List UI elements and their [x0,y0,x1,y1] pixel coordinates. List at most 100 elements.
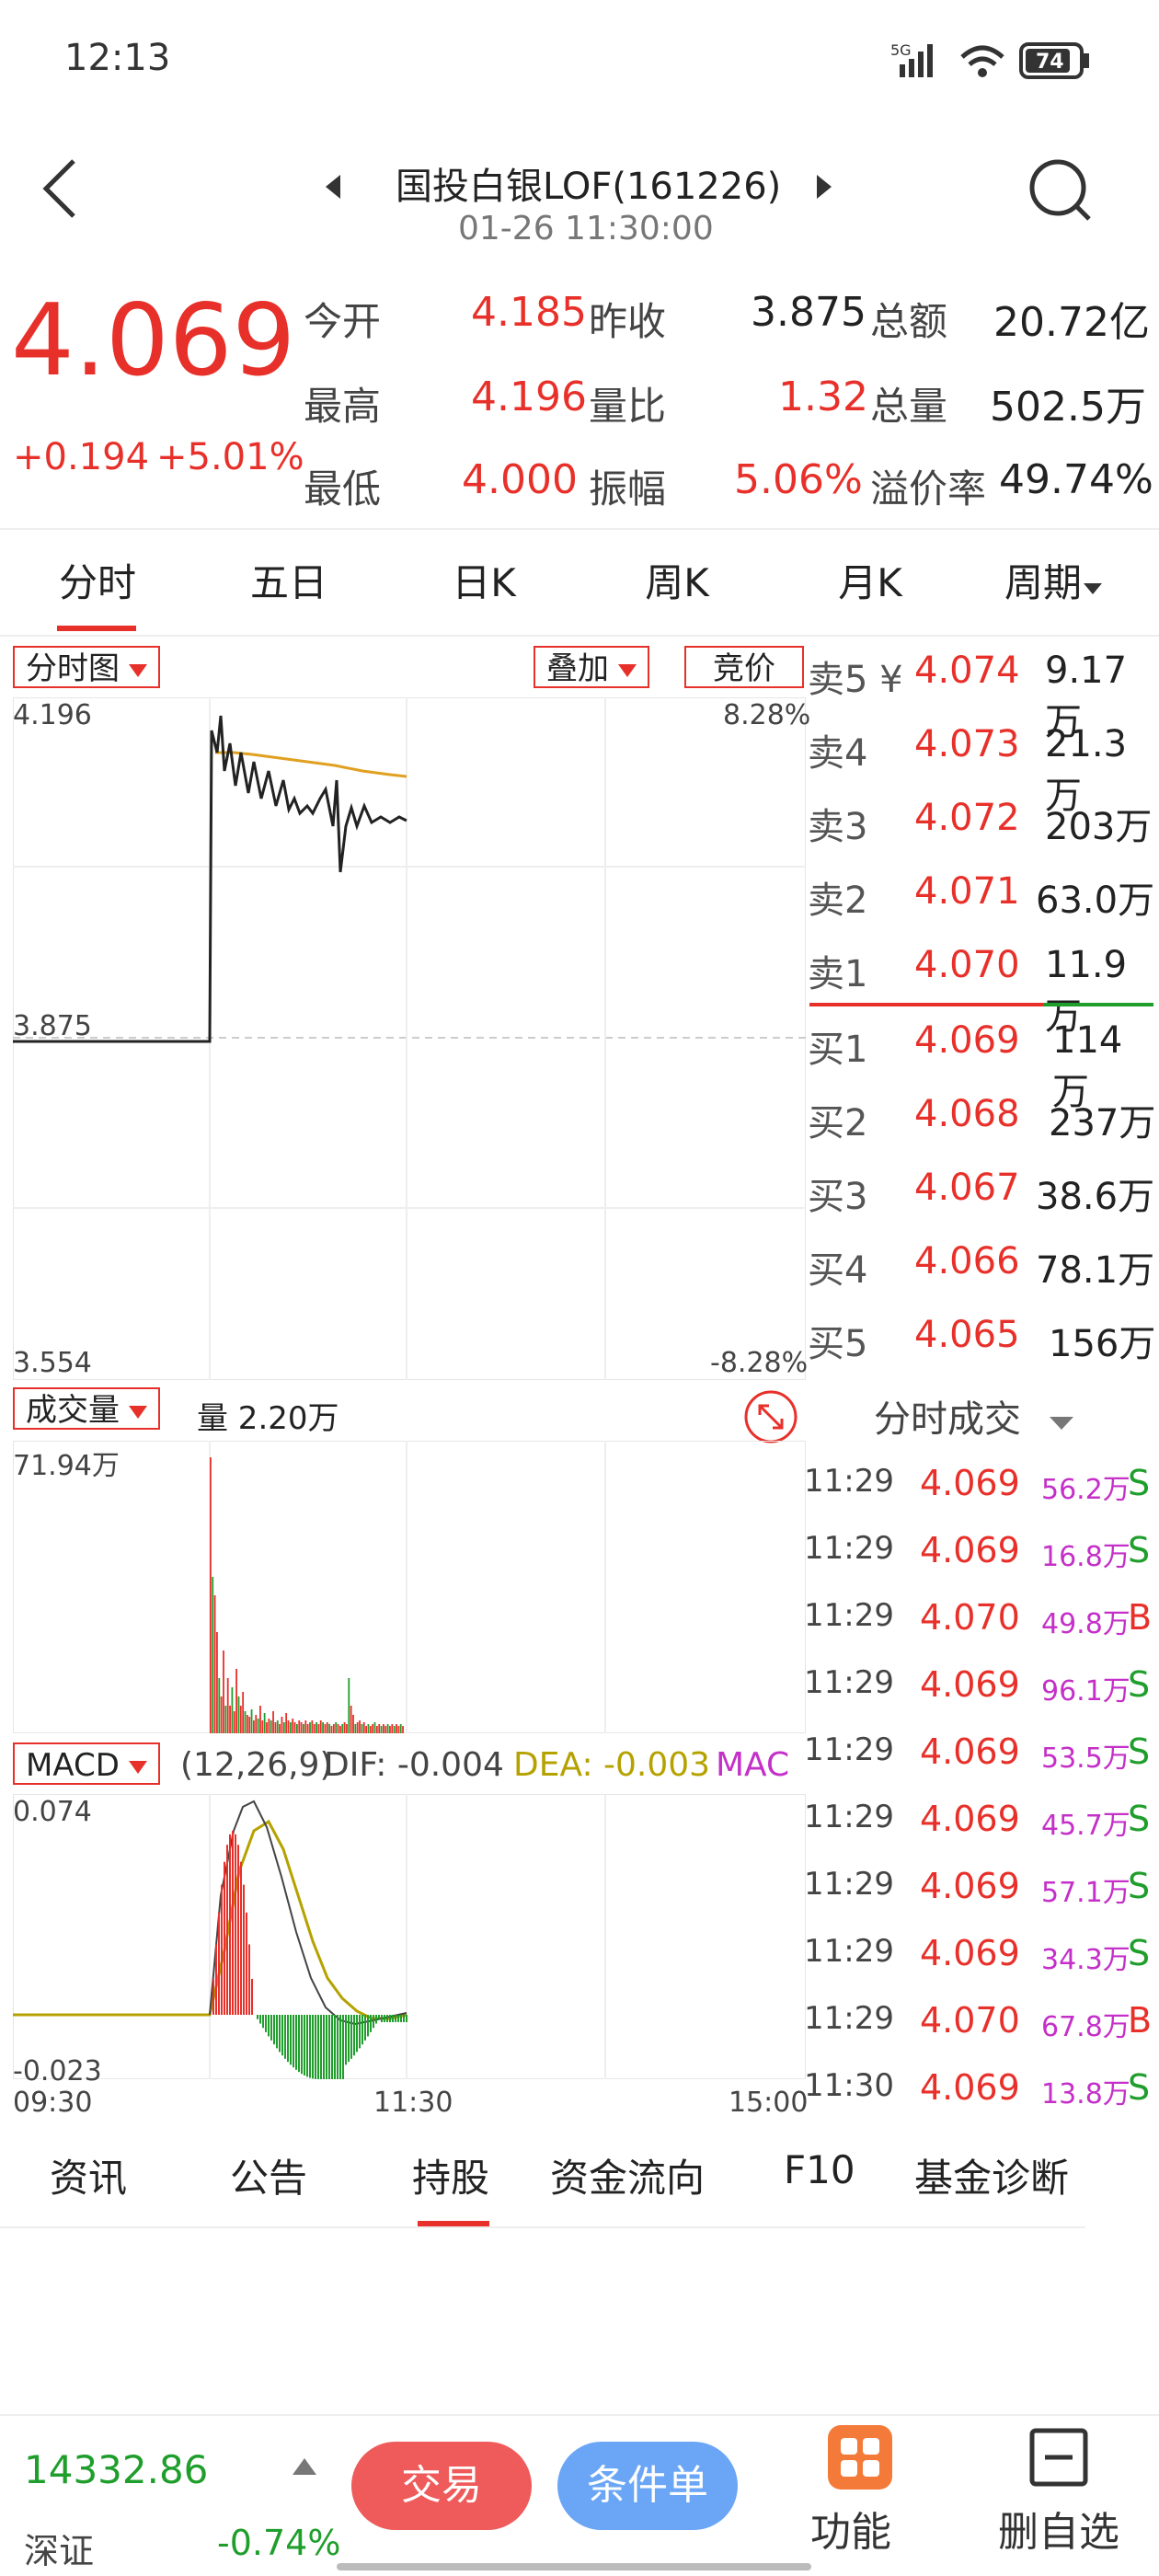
bid-row[interactable]: 买1 4.069 114万 [808,1006,1159,1113]
macd-bar [395,2015,396,2022]
trade-side: S [1128,1731,1151,1772]
macd-bar [237,1845,239,2015]
tab-period[interactable]: 周期 [1004,552,1104,608]
ask-row[interactable]: 卖1 4.070 11.9万 [808,931,1159,1038]
tab-fund-flow[interactable]: 资金流向 [550,2147,705,2203]
stat-label: 总额 [870,299,948,344]
volume-bar [304,1720,307,1733]
trade-row: 11:29 4.070 67.8万 B [804,1987,1159,2054]
tab-intraday[interactable]: 分时 [24,552,171,608]
trade-button[interactable]: 交易 [351,2442,532,2530]
tab-fund-diagnosis[interactable]: 基金诊断 [914,2147,1069,2203]
volume-select[interactable]: 成交量 [13,1387,160,1430]
tab-holdings[interactable]: 持股 [412,2147,489,2203]
trades-title-label: 分时成交 [874,1398,1021,1441]
volume-bar [274,1722,277,1733]
bid-row[interactable]: 买3 4.067 38.6万 [808,1154,1159,1227]
tab-five-day[interactable]: 五日 [215,552,362,608]
volume-bar [220,1696,223,1733]
next-stock-button[interactable] [815,173,833,204]
minus-box-icon [1029,2428,1088,2487]
volume-bar [231,1687,234,1733]
stat-label: 总量 [870,384,948,429]
ask-row[interactable]: 卖2 4.071 63.0万 [808,857,1159,931]
trade-side: S [1128,1530,1151,1570]
pct-axis-top: 8.28% [723,699,811,731]
macd-bar [331,2015,333,2079]
volume-bar [402,1726,404,1733]
ask-label: 卖3 [808,806,868,848]
trades-title[interactable]: 分时成交 [874,1389,1075,1443]
chart-type-select[interactable]: 分时图 [13,646,160,688]
macd-select[interactable]: MACD [13,1742,160,1785]
volume-bar [263,1713,266,1733]
volume-chart [13,1441,806,1733]
bid-row[interactable]: 买5 4.065 156万 [808,1301,1159,1374]
trade-price: 4.069 [920,1530,1020,1570]
ask-row[interactable]: 卖3 4.072 203万 [808,784,1159,857]
ask-label: 卖4 [808,732,868,775]
index-ticker[interactable]: 14332.86 深证 -0.74% [0,2414,350,2576]
volume-bar [352,1715,354,1733]
volume-bar [229,1706,231,1733]
stat-value: 3.875 [751,289,866,336]
remove-watchlist-button[interactable]: 删自选 [981,2425,1137,2563]
volume-bar [237,1696,240,1733]
stat-value: 4.196 [471,374,587,420]
stat-label: 溢价率 [870,466,987,512]
bid-price: 4.068 [914,1093,1020,1135]
trade-price: 4.070 [920,2000,1020,2041]
volume-bar [373,1722,376,1733]
trade-side: S [1128,1799,1151,1839]
bid-volume: 38.6万 [1036,1176,1155,1218]
dropdown-icon [128,1760,147,1774]
bid-row[interactable]: 买2 4.068 237万 [808,1080,1159,1154]
bid-volume: 78.1万 [1036,1249,1155,1292]
volume-bar [224,1706,227,1733]
bid-row[interactable]: 买4 4.066 78.1万 [808,1227,1159,1301]
trade-time: 11:29 [804,1530,894,1567]
functions-button[interactable]: 功能 [800,2425,901,2563]
ask-row[interactable]: 卖5 ¥4.074 9.17万 [808,637,1159,743]
trade-volume: 45.7万 [1041,1810,1130,1842]
macd-bar [359,2015,361,2049]
tab-news[interactable]: 资讯 [50,2147,127,2203]
trade-price: 4.069 [920,1463,1020,1503]
volume-bar [384,1726,387,1733]
auction-button[interactable]: 竞价 [684,646,804,688]
overlay-select[interactable]: 叠加 [534,646,649,688]
macd-bar [339,2015,341,2079]
price-chart [13,697,806,1380]
conditional-order-button[interactable]: 条件单 [557,2442,738,2530]
trade-volume: 16.8万 [1041,1541,1130,1573]
expand-button[interactable] [743,1389,798,1448]
search-button[interactable] [1027,156,1096,230]
prev-stock-button[interactable] [324,173,342,204]
tab-month-k[interactable]: 月K [797,552,944,608]
trade-time: 11:29 [804,1664,894,1701]
macd-bar [375,2015,377,2024]
trade-volume: 53.5万 [1041,1742,1130,1775]
volume-bar [332,1724,335,1733]
tab-announcements[interactable]: 公告 [230,2147,307,2203]
trade-price: 4.070 [920,1597,1020,1638]
tab-day-k[interactable]: 日K [410,552,557,608]
ask-price: 4.070 [914,944,1020,986]
y-axis-mid: 3.875 [13,1010,92,1042]
ask-row[interactable]: 卖4 4.073 21.3万 [808,710,1159,817]
tab-f10[interactable]: F10 [784,2147,855,2192]
macd-bar [389,2015,391,2022]
bid-price: 4.067 [914,1167,1020,1209]
volume-label: 成交量 [26,1392,120,1429]
macd-mac: MAC [716,1746,790,1784]
back-icon [42,159,75,218]
macd-bar [337,2015,339,2079]
macd-bar [364,2015,366,2041]
macd-bar [373,2015,374,2029]
tab-week-k[interactable]: 周K [603,552,751,608]
macd-bar [265,2015,267,2032]
back-button[interactable] [37,156,83,224]
macd-bar [284,2015,286,2059]
volume-bar [324,1724,327,1733]
volume-bar [298,1720,301,1733]
